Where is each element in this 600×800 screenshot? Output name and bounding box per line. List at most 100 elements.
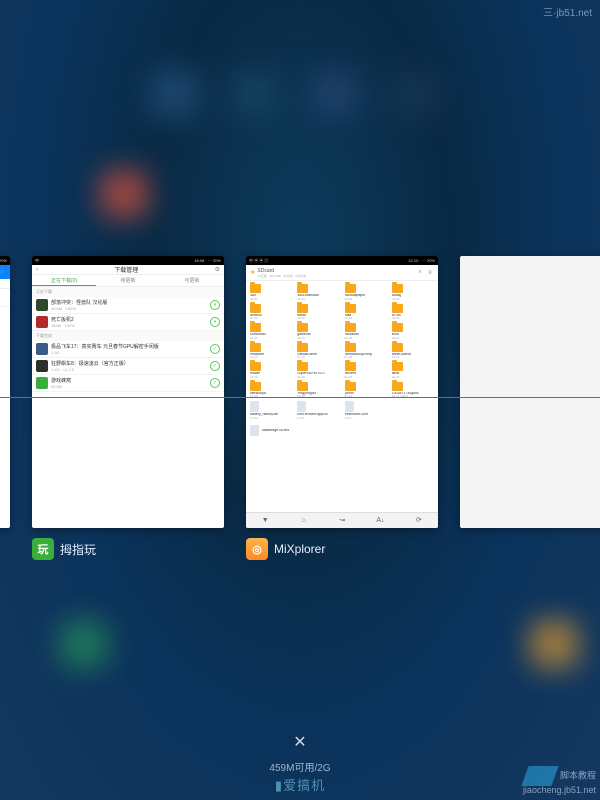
folder-icon — [392, 304, 403, 313]
folder-icon — [250, 304, 261, 313]
item-meta: 10.9M — [51, 384, 207, 389]
folder-meta: 01-20 — [345, 356, 353, 359]
status-bar: 中 ▣ ▣ ◎12:10 · ··· 20% — [246, 256, 438, 265]
folder-meta: 14:37 — [250, 337, 258, 340]
star-icon[interactable]: ★ — [250, 269, 255, 276]
folder-item[interactable]: 360 01-01 — [248, 283, 294, 302]
settings-icon[interactable]: ⚙ — [215, 266, 220, 273]
recent-app-card-muzhiwan[interactable]: 中16:08 · ··· 20% ‹ 下载管理 ⚙ 正在下载(0) 待更新 可更… — [32, 256, 224, 560]
folder-icon — [250, 362, 261, 371]
folder-item[interactable]: multiuser 14:30 — [248, 342, 294, 361]
app-label: 玩 拇指玩 — [32, 538, 224, 560]
folder-icon — [297, 323, 308, 332]
app-thumb-icon — [36, 377, 48, 389]
folder-icon — [297, 284, 308, 293]
folder-meta: 07-22 — [297, 356, 305, 359]
check-icon[interactable]: ✓ — [210, 361, 220, 371]
app-thumb-icon — [36, 360, 48, 372]
item-title: 死亡扳机2 — [51, 316, 207, 323]
folder-item[interactable]: Download 14:37 — [248, 322, 294, 341]
folder-item[interactable]: Alldog 07-22 — [390, 283, 436, 302]
item-title: 极品飞车17：真实赛车 元旦春节GPU解密手闲版 — [51, 343, 207, 350]
item-meta: 1.4G · v1.2.0 — [51, 367, 207, 372]
footer-logo: ▮爱搞机 — [275, 775, 325, 794]
app-icon: ◎ — [246, 538, 268, 560]
refresh-icon[interactable]: ⟳ — [400, 513, 438, 528]
file-icon — [297, 401, 306, 412]
folder-meta: 14:30 — [250, 356, 258, 359]
forward-icon[interactable]: ↝ — [323, 513, 361, 528]
folder-meta: 14:30 — [345, 298, 353, 301]
list-item[interactable]: 极品飞车17：真实赛车 元旦春节GPU解密手闲版 1.5G ✓ — [32, 341, 224, 358]
folder-item[interactable]: muwm 14:30 — [248, 361, 294, 380]
folder-item[interactable]: SuperSUPro v2.0 01-20 — [295, 361, 341, 380]
folder-meta: 01-01 — [250, 298, 258, 301]
app-thumb-icon — [36, 316, 48, 328]
file-meta: 1.0 K — [345, 417, 352, 420]
search-icon[interactable]: ⌕ — [416, 269, 424, 276]
folder-meta: 01-01 — [297, 337, 305, 340]
folder-item[interactable]: MineDownld 01-22 — [390, 342, 436, 361]
folder-icon — [392, 284, 403, 293]
item-meta: 1.5G — [51, 350, 207, 355]
list-item[interactable]: superuser.apk 250.5 K · 2014/07/16 — [0, 289, 10, 307]
section-header: 正在下载 — [32, 287, 224, 297]
folder-item[interactable]: tencent 01-22 — [343, 361, 389, 380]
list-item[interactable]: 狂野飙车8：极速凌云（官方正版） 1.4G · v1.2.0 ✓ — [32, 358, 224, 375]
folder-item[interactable]: 360Download 01-01 — [295, 283, 341, 302]
item-title: 游戏蜂窝 — [51, 377, 207, 384]
folder-meta: 07-22 — [392, 298, 400, 301]
folder-meta: 01-22 — [250, 317, 258, 320]
file-name[interactable]: statistrage.v5.xml — [262, 429, 289, 433]
path-meta: 34已选 · 28.9 MB · 31文件 · 3文件夹 — [257, 274, 414, 278]
recent-apps-row: 中12:10 · ··· 20% 的酷盘 ↑ ⊞ ⌕ ⋮ 个人设置 superu… — [0, 256, 600, 560]
sort-icon[interactable]: A↓ — [361, 513, 399, 528]
folder-item[interactable]: tieba 01-22 — [390, 361, 436, 380]
clear-all-button[interactable]: ✕ — [293, 732, 306, 752]
tab-pending[interactable]: 待更新 — [96, 275, 160, 286]
pause-icon[interactable]: ⏸ — [210, 317, 220, 327]
folder-meta: 01-01 — [297, 298, 305, 301]
folder-item[interactable]: android 01-22 — [248, 303, 294, 322]
folder-meta: 12:14 — [345, 317, 353, 320]
folder-item[interactable]: MIUI 01-22 — [390, 322, 436, 341]
recent-app-card-kupan[interactable]: 中12:10 · ··· 20% 的酷盘 ↑ ⊞ ⌕ ⋮ 个人设置 superu… — [0, 256, 10, 560]
check-icon[interactable]: ✓ — [210, 378, 220, 388]
recent-app-card-mixplorer[interactable]: 中 ▣ ▣ ◎12:10 · ··· 20% ★ SDcard 34已选 · 2… — [246, 256, 438, 560]
menu-icon[interactable]: ⋮ — [0, 268, 6, 276]
folder-item[interactable]: baidu 14:30 — [295, 303, 341, 322]
folder-item[interactable]: MiMarket 01-20 — [343, 322, 389, 341]
tab-updatable[interactable]: 可更新 — [160, 275, 224, 286]
menu-icon[interactable]: ≡ — [426, 270, 434, 276]
list-item[interactable]: 死亡扳机2 184M · 100% ⏸ — [32, 314, 224, 331]
app-icon: 玩 — [32, 538, 54, 560]
folder-item[interactable]: SandaGame 07-22 — [295, 342, 341, 361]
file-item[interactable]: treebooter.conf 1.0 K — [343, 400, 389, 421]
file-grid: 360 01-01 360Download 01-01 360wallpaper… — [246, 281, 438, 423]
file-meta: 1.0 M — [250, 417, 258, 420]
folder-icon — [392, 382, 403, 391]
recent-app-card-next[interactable] — [460, 256, 600, 528]
folder-item[interactable]: data 12:14 — [343, 303, 389, 322]
folder-item[interactable]: DCIM 01-22 — [390, 303, 436, 322]
check-icon[interactable]: ✓ — [210, 344, 220, 354]
folder-item[interactable]: MineBackupTemp 01-20 — [343, 342, 389, 361]
tab-downloading[interactable]: 正在下载(0) — [32, 275, 96, 286]
status-bar: 中16:08 · ··· 20% — [32, 256, 224, 265]
file-item[interactable]: com.tencent.appchi 2.0 K — [295, 400, 341, 421]
home-icon[interactable]: ⌂ — [284, 513, 322, 528]
app-label: ◎ MiXplorer — [246, 538, 438, 560]
folder-meta: 01-22 — [392, 317, 400, 320]
folder-item[interactable]: 360wallpaper 14:30 — [343, 283, 389, 302]
file-icon — [250, 401, 259, 412]
list-item[interactable]: 游戏蜂窝 10.9M ✓ — [32, 375, 224, 392]
filter-icon[interactable]: ▼ — [246, 513, 284, 528]
folder-item[interactable]: gamehfs 01-01 — [295, 322, 341, 341]
status-bar: 中12:10 · ··· 20% — [0, 256, 10, 265]
list-item[interactable]: 部落冲突：怪兽队 汉化版 40.5M · 100% ⏸ — [32, 297, 224, 314]
pause-icon[interactable]: ⏸ — [210, 300, 220, 310]
file-item[interactable]: battery_history.bin 1.0 M — [248, 400, 294, 421]
memory-status: 459M可用/2G — [269, 759, 330, 774]
app-label: ✕ 酷盘 — [0, 538, 10, 560]
app-header: 的酷盘 ↑ ⊞ ⌕ ⋮ — [0, 265, 10, 279]
